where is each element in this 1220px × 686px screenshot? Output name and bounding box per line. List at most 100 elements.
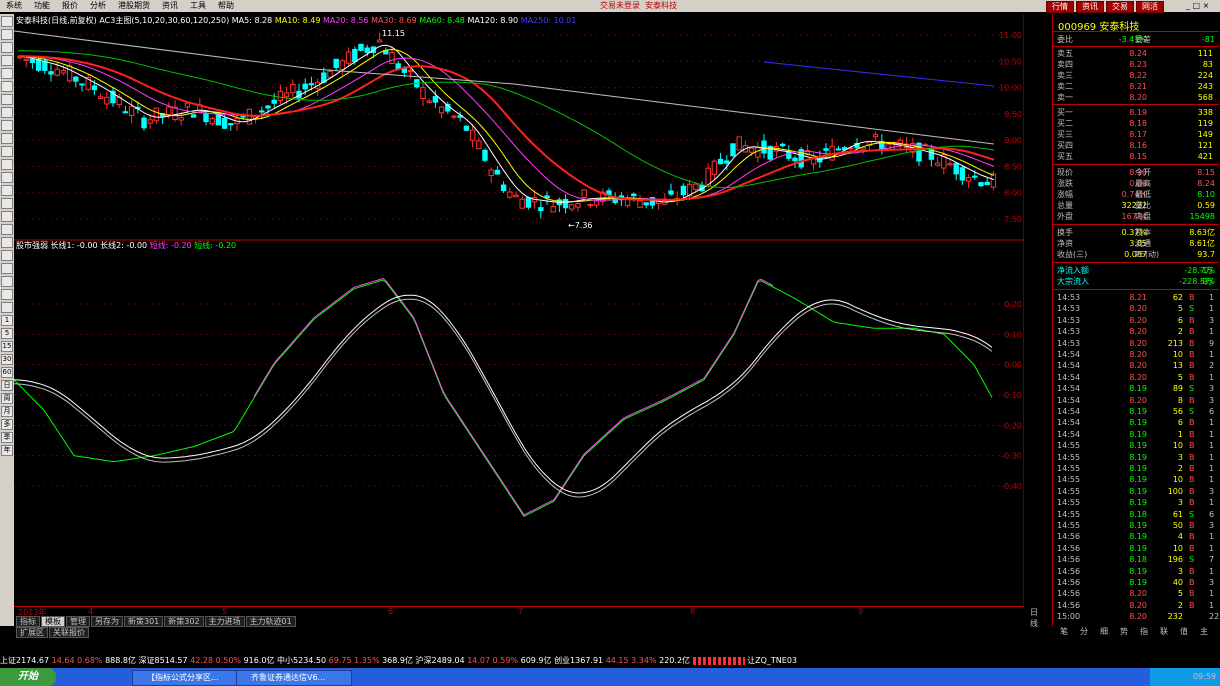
tick-row[interactable]: 14:53 8.21 62 B 1 (1053, 292, 1219, 303)
tab-related-quote[interactable]: 关联报价 (49, 627, 89, 638)
toolbar-button[interactable] (1, 120, 13, 131)
toolbar-button[interactable]: 年 (1, 445, 13, 456)
tick-row[interactable]: 14:55 8.19 10 B 1 (1053, 474, 1219, 485)
trade-button[interactable]: 交易 (1106, 1, 1134, 13)
tab-detail[interactable]: 细 (1094, 626, 1114, 637)
menu-news[interactable]: 资讯 (156, 0, 184, 12)
ask-row[interactable]: 卖三 8.22 224 (1053, 70, 1219, 81)
tick-row[interactable]: 14:56 8.19 3 B 1 (1053, 566, 1219, 577)
minimize-icon[interactable]: _ (1186, 1, 1190, 10)
tick-row[interactable]: 15:00 8.20 232 22 (1053, 611, 1219, 622)
tick-row[interactable]: 14:53 8.20 2 B 1 (1053, 326, 1219, 337)
tick-row[interactable]: 14:53 8.20 6 B 3 (1053, 315, 1219, 326)
tab-value[interactable]: 值 (1174, 626, 1194, 637)
menu-tools[interactable]: 工具 (184, 0, 212, 12)
tick-row[interactable]: 14:53 8.20 213 B 9 (1053, 338, 1219, 349)
tab-trend[interactable]: 势 (1114, 626, 1134, 637)
task-forum[interactable]: 【指标公式分享区... (132, 670, 248, 686)
tab-template[interactable]: 模板 (41, 616, 65, 627)
indicator-name[interactable]: 股市强弱 (16, 241, 48, 250)
toolbar-button[interactable] (1, 68, 13, 79)
market-button[interactable]: 行情 (1046, 1, 1074, 13)
tab-strategy-301[interactable]: 新策301 (124, 616, 164, 627)
toolbar-button[interactable] (1, 289, 13, 300)
bid-row[interactable]: 买三 8.17 149 (1053, 129, 1219, 140)
toolbar-button[interactable]: 月 (1, 406, 13, 417)
sz-index[interactable]: 深证8514.57 (139, 656, 188, 665)
tick-row[interactable]: 14:55 8.19 10 B 1 (1053, 440, 1219, 451)
chart-area[interactable]: 11.00 10.50 10.00 9.50 9.00 8.50 8.00 7.50 0.20 0… (13, 14, 1025, 606)
toolbar-button[interactable]: 季 (1, 432, 13, 443)
tick-row[interactable]: 14:56 8.19 4 B 1 (1053, 531, 1219, 542)
start-button[interactable]: 开始 (0, 668, 56, 686)
menu-system[interactable]: 系统 (0, 0, 28, 12)
tick-row[interactable]: 14:54 8.20 10 B 1 (1053, 349, 1219, 360)
tick-row[interactable]: 14:55 8.19 3 B 1 (1053, 497, 1219, 508)
ask-row[interactable]: 卖四 8.23 83 (1053, 59, 1219, 70)
toolbar-button[interactable] (1, 276, 13, 287)
period-label[interactable]: 日线 (1030, 607, 1038, 629)
toolbar-button[interactable] (1, 198, 13, 209)
cy-index[interactable]: 创业1367.91 (554, 656, 603, 665)
tick-row[interactable]: 14:55 8.19 50 B 3 (1053, 520, 1219, 531)
tick-row[interactable]: 14:56 8.19 10 B 1 (1053, 543, 1219, 554)
tab-trades[interactable]: 笔 (1054, 626, 1074, 637)
bid-row[interactable]: 买二 8.18 119 (1053, 118, 1219, 129)
zx-index[interactable]: 中小5234.50 (277, 656, 326, 665)
menu-analysis[interactable]: 分析 (84, 0, 112, 12)
tick-row[interactable]: 14:54 8.20 8 B 3 (1053, 395, 1219, 406)
chart-canvas[interactable]: 11.00 10.50 10.00 9.50 9.00 8.50 8.00 7.50 0.20 0… (13, 14, 1025, 606)
toolbar-button[interactable] (1, 172, 13, 183)
tick-row[interactable]: 14:54 8.20 5 B 1 (1053, 372, 1219, 383)
task-tdx[interactable]: 齐鲁证券通达信V6... (236, 670, 352, 686)
toolbar-button[interactable] (1, 211, 13, 222)
ask-row[interactable]: 卖一 8.20 568 (1053, 92, 1219, 103)
bid-row[interactable]: 买五 8.15 421 (1053, 151, 1219, 162)
toolbar-button[interactable] (1, 185, 13, 196)
tab-indicator[interactable]: 指标 (16, 616, 40, 627)
toolbar-button[interactable] (1, 302, 13, 313)
tick-row[interactable]: 14:55 8.19 2 B 1 (1053, 463, 1219, 474)
hs-index[interactable]: 沪深2489.04 (416, 656, 465, 665)
tab-main-entry[interactable]: 主力进场 (204, 616, 245, 627)
news-button[interactable]: 资讯 (1076, 1, 1104, 13)
toolbar-button[interactable] (1, 42, 13, 53)
ask-row[interactable]: 卖二 8.21 243 (1053, 81, 1219, 92)
tick-row[interactable]: 14:55 8.19 100 B 3 (1053, 486, 1219, 497)
tab-index[interactable]: 指 (1134, 626, 1154, 637)
tick-row[interactable]: 14:55 8.19 3 B 1 (1053, 452, 1219, 463)
menu-help[interactable]: 帮助 (212, 0, 240, 12)
toolbar-button[interactable] (1, 81, 13, 92)
ask-row[interactable]: 卖五 8.24 111 (1053, 48, 1219, 59)
toolbar-button[interactable] (1, 107, 13, 118)
toolbar-button[interactable]: 1 (1, 315, 13, 326)
toolbar-button[interactable] (1, 133, 13, 144)
toolbar-button[interactable] (1, 263, 13, 274)
toolbar-button[interactable]: 60 (1, 367, 13, 378)
toolbar-button[interactable] (1, 29, 13, 40)
web-button[interactable]: 网活 (1136, 1, 1164, 13)
tab-main[interactable]: 主 (1194, 626, 1214, 637)
tab-strategy-302[interactable]: 新策302 (164, 616, 204, 627)
menu-function[interactable]: 功能 (28, 0, 56, 12)
tick-row[interactable]: 14:54 8.20 13 B 2 (1053, 360, 1219, 371)
tab-minutes[interactable]: 分 (1074, 626, 1094, 637)
tick-row[interactable]: 14:54 8.19 56 S 6 (1053, 406, 1219, 417)
maximize-icon[interactable]: □ (1193, 1, 1201, 10)
toolbar-button[interactable] (1, 250, 13, 261)
sh-index[interactable]: 上证2174.67 (0, 656, 49, 665)
tick-row[interactable]: 14:56 8.18 196 S 7 (1053, 554, 1219, 565)
tick-row[interactable]: 14:56 8.20 5 B 1 (1053, 588, 1219, 599)
tick-row[interactable]: 14:56 8.19 40 B 3 (1053, 577, 1219, 588)
tick-row[interactable]: 14:54 8.19 6 B 1 (1053, 417, 1219, 428)
toolbar-button[interactable] (1, 94, 13, 105)
toolbar-button[interactable] (1, 224, 13, 235)
toolbar-button[interactable] (1, 159, 13, 170)
tick-row[interactable]: 14:53 8.20 5 S 1 (1053, 303, 1219, 314)
toolbar-button[interactable] (1, 237, 13, 248)
tick-row[interactable]: 14:54 8.19 89 S 3 (1053, 383, 1219, 394)
toolbar-button[interactable]: 周 (1, 393, 13, 404)
menu-hk-futures[interactable]: 港股期货 (112, 0, 156, 12)
tick-row[interactable]: 14:55 8.18 61 S 6 (1053, 509, 1219, 520)
toolbar-button[interactable]: 15 (1, 341, 13, 352)
